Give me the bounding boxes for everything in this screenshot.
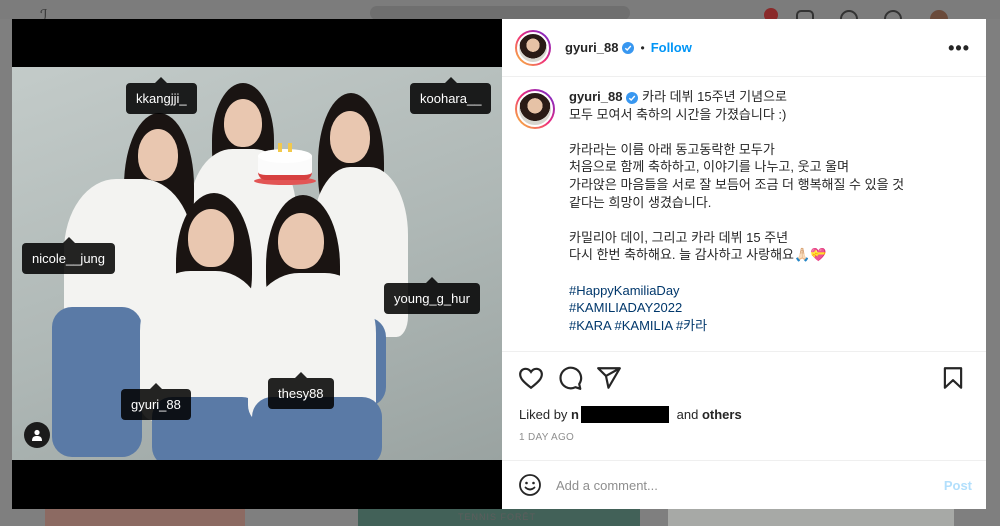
background-thumbnail-text: TENNIS FORÊT xyxy=(458,512,537,522)
post-side-panel: gyuri_88 • Follow ••• gyuri_88 카라 데뷔 15주… xyxy=(502,19,986,509)
post-comment-button[interactable]: Post xyxy=(944,478,972,493)
caption-line-text: 카라 데뷔 15주년 기념으로 xyxy=(642,89,788,104)
emoji-icon[interactable] xyxy=(518,473,542,497)
birthday-cake xyxy=(254,143,316,189)
liker-username[interactable]: n xyxy=(571,407,579,422)
background-thumbnail xyxy=(668,509,954,526)
verified-badge-icon xyxy=(626,92,639,104)
caption-section: gyuri_88 카라 데뷔 15주년 기념으로 모두 모여서 축하의 시간을 … xyxy=(502,78,986,352)
user-tag[interactable]: thesy88 xyxy=(268,372,334,409)
caption-line: 처음으로 함께 축하하고, 이야기를 나누고, 웃고 울며 xyxy=(569,159,850,175)
likes-summary: Liked by n and others xyxy=(519,406,742,423)
user-tag[interactable]: koohara__ xyxy=(410,77,492,114)
user-tag[interactable]: kkangjji_ xyxy=(126,77,197,114)
comment-input[interactable] xyxy=(556,477,916,493)
caption-text: gyuri_88 카라 데뷔 15주년 기념으로 모두 모여서 축하의 시간을 … xyxy=(569,88,973,334)
background-thumbnail xyxy=(45,509,245,526)
person-icon xyxy=(32,429,42,441)
user-tag[interactable]: gyuri_88 xyxy=(121,383,191,420)
post-timestamp[interactable]: 1 DAY AGO xyxy=(519,432,574,443)
caption-line: gyuri_88 카라 데뷔 15주년 기념으로 xyxy=(569,88,973,106)
likes-others-link[interactable]: others xyxy=(702,407,742,422)
post-actions xyxy=(502,363,986,397)
post-header: gyuri_88 • Follow ••• xyxy=(502,19,986,77)
save-bookmark-icon[interactable] xyxy=(940,365,966,391)
verified-badge-icon xyxy=(622,41,635,54)
user-tag[interactable]: young_g_hur xyxy=(384,277,480,314)
likes-and: and xyxy=(676,407,699,422)
redacted-username xyxy=(581,406,669,423)
caption-line: 모두 모여서 축하의 시간을 가졌습니다 :) xyxy=(569,106,787,122)
share-icon[interactable] xyxy=(596,365,622,391)
avatar[interactable] xyxy=(515,29,551,66)
comment-bar: Post xyxy=(502,460,986,509)
more-options-icon[interactable]: ••• xyxy=(948,38,970,59)
caption-line: 가라앉은 마음들을 서로 잘 보듬어 조금 더 행복해질 수 있을 것 xyxy=(569,176,905,192)
post-username[interactable]: gyuri_88 xyxy=(565,40,618,55)
show-tags-button[interactable] xyxy=(24,422,50,448)
hashtag-link[interactable]: #KAMILIADAY2022 xyxy=(569,299,973,317)
caption-line: 같다는 희망이 생겼습니다. xyxy=(569,194,712,210)
like-heart-icon[interactable] xyxy=(518,365,544,391)
likes-prefix: Liked by xyxy=(519,407,568,422)
hashtag-link[interactable]: #KARA #KAMILIA #카라 xyxy=(569,317,973,335)
caption-line: 카밀리아 데이, 그리고 카라 데뷔 15 주년 xyxy=(569,229,789,245)
hashtag-link[interactable]: #HappyKamiliaDay xyxy=(569,282,973,300)
caption-avatar[interactable] xyxy=(515,89,555,129)
user-tag[interactable]: nicole__jung xyxy=(22,237,116,274)
caption-username[interactable]: gyuri_88 xyxy=(569,89,622,104)
separator-dot: • xyxy=(640,40,645,55)
post-media[interactable]: kkangjji_ koohara__ nicole__jung young_g… xyxy=(12,19,502,509)
comment-icon[interactable] xyxy=(557,365,583,391)
caption-line: 다시 한번 축하해요. 늘 감사하고 사랑해요🙏🏻💝 xyxy=(569,247,827,263)
background-search xyxy=(370,6,630,20)
follow-button[interactable]: Follow xyxy=(651,40,692,55)
caption-line: 카라라는 이름 아래 동고동락한 모두가 xyxy=(569,141,775,157)
post-modal: kkangjji_ koohara__ nicole__jung young_g… xyxy=(12,19,986,509)
